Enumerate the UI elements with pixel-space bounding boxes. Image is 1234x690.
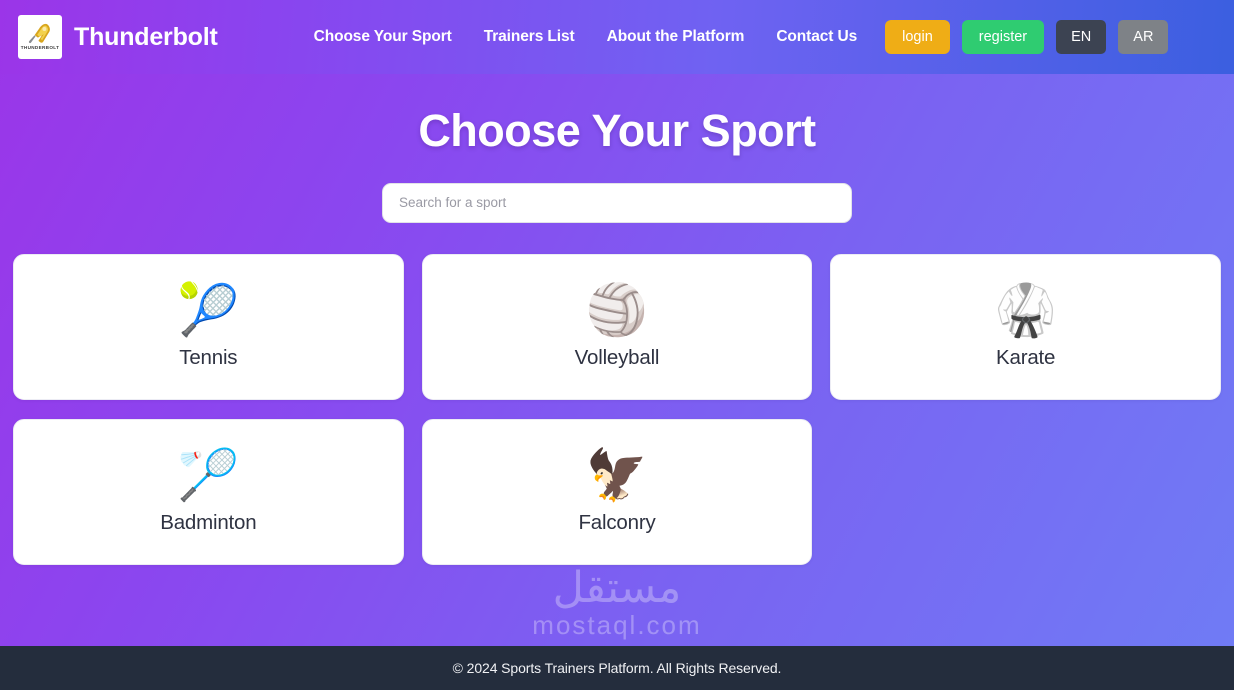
top-navbar: THUNDERBOLT Thunderbolt Choose Your Spor… bbox=[0, 0, 1234, 74]
sport-card-label: Karate bbox=[996, 346, 1056, 369]
sports-grid: 🎾 Tennis 🏐 Volleyball 🥋 Karate 🏸 Badmint… bbox=[0, 253, 1234, 565]
volleyball-icon: 🏐 bbox=[585, 281, 649, 339]
sport-card-karate[interactable]: 🥋 Karate bbox=[830, 253, 1221, 400]
nav-link-about-the-platform[interactable]: About the Platform bbox=[607, 28, 745, 46]
martial-arts-gi-icon: 🥋 bbox=[994, 281, 1057, 339]
nav-link-trainers-list[interactable]: Trainers List bbox=[484, 28, 575, 46]
search-input[interactable] bbox=[382, 182, 852, 223]
main-nav: Choose Your Sport Trainers List About th… bbox=[314, 28, 858, 46]
sport-card-label: Volleyball bbox=[574, 346, 660, 369]
badminton-racquet-icon: 🏸 bbox=[177, 446, 240, 504]
sport-card-volleyball[interactable]: 🏐 Volleyball bbox=[421, 253, 813, 400]
brand-name: Thunderbolt bbox=[74, 22, 218, 51]
brand-logo-wordmark: THUNDERBOLT bbox=[20, 44, 60, 50]
brand[interactable]: THUNDERBOLT Thunderbolt bbox=[18, 15, 218, 59]
sport-card-label: Falconry bbox=[578, 511, 656, 534]
main-content: Choose Your Sport 🎾 Tennis 🏐 Volleyball … bbox=[0, 74, 1234, 646]
sport-card-label: Badminton bbox=[160, 511, 257, 534]
language-toggle-en[interactable]: EN bbox=[1056, 19, 1107, 55]
sport-card-falconry[interactable]: 🦅 Falconry bbox=[421, 418, 813, 565]
nav-link-contact-us[interactable]: Contact Us bbox=[776, 28, 857, 46]
sport-card-badminton[interactable]: 🏸 Badminton bbox=[13, 418, 404, 565]
copyright-text: © 2024 Sports Trainers Platform. All Rig… bbox=[452, 660, 782, 676]
lightning-bolt-icon bbox=[27, 23, 53, 44]
mostaql-watermark: مستقل mostaql.com bbox=[0, 563, 1234, 640]
register-button[interactable]: register bbox=[961, 19, 1045, 55]
brand-logo: THUNDERBOLT bbox=[18, 15, 62, 59]
login-button[interactable]: login bbox=[885, 19, 950, 55]
page-title: Choose Your Sport bbox=[418, 105, 816, 156]
falcon-icon: 🦅 bbox=[585, 446, 649, 504]
nav-link-choose-your-sport[interactable]: Choose Your Sport bbox=[314, 28, 452, 46]
page-footer: © 2024 Sports Trainers Platform. All Rig… bbox=[0, 646, 1234, 690]
language-toggle-ar[interactable]: AR bbox=[1118, 19, 1169, 55]
sport-card-label: Tennis bbox=[179, 346, 238, 369]
search-container bbox=[382, 182, 852, 223]
sport-card-tennis[interactable]: 🎾 Tennis bbox=[13, 253, 404, 400]
watermark-latin-text: mostaql.com bbox=[532, 610, 702, 640]
watermark-arabic-text: مستقل bbox=[552, 563, 682, 613]
tennis-racquet-icon: 🎾 bbox=[177, 281, 240, 339]
nav-actions: login register EN AR bbox=[885, 19, 1169, 55]
